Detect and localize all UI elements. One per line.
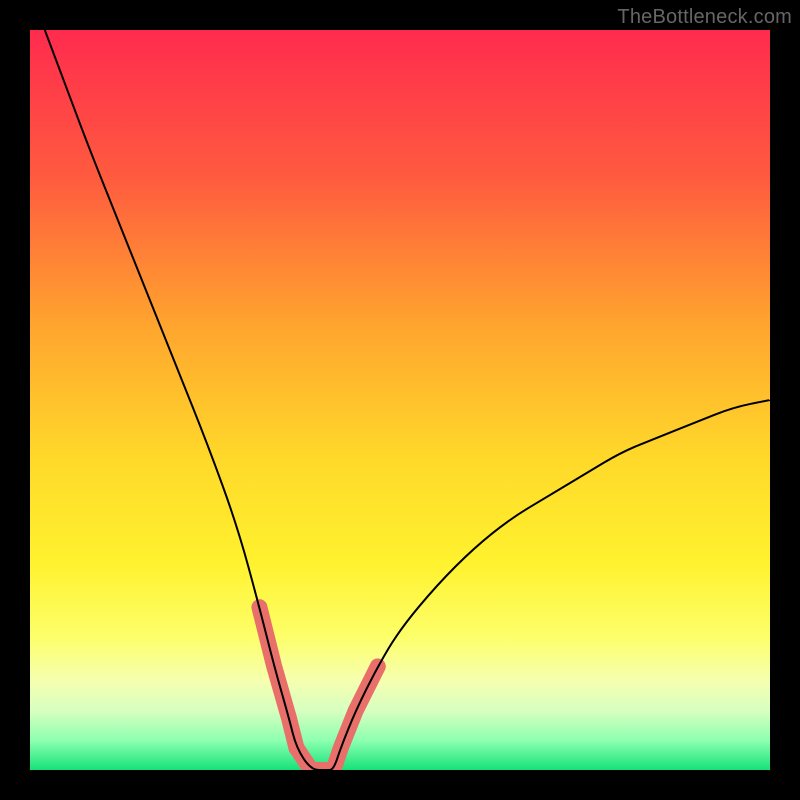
plot-area bbox=[30, 30, 770, 770]
watermark-text: TheBottleneck.com bbox=[617, 6, 792, 29]
gradient-background bbox=[30, 30, 770, 770]
bottleneck-chart bbox=[30, 30, 770, 770]
chart-frame: TheBottleneck.com bbox=[0, 0, 800, 800]
